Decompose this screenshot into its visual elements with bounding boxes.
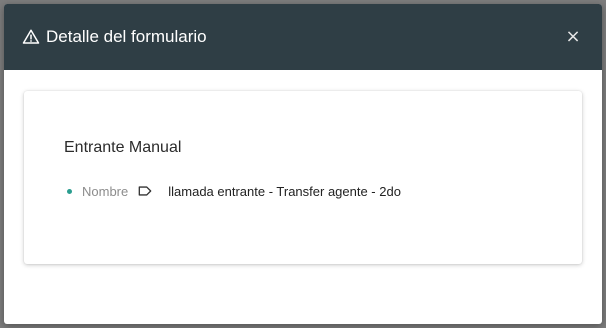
form-name-heading: Entrante Manual	[64, 139, 182, 156]
field-label: Nombre	[82, 183, 129, 199]
dialog-title: Detalle del formulario	[46, 27, 207, 46]
warning-icon	[22, 29, 40, 44]
bullet-dot	[67, 188, 72, 194]
tag-icon	[138, 186, 152, 196]
dialog-header: Detalle del formulario ×	[4, 4, 602, 70]
form-detail-card: Entrante Manual Nombre llamada entrante …	[24, 91, 582, 264]
close-button[interactable]: ×	[562, 26, 584, 48]
field-row-nombre: Nombre llamada entrante - Transfer agent…	[64, 181, 401, 201]
field-value: llamada entrante - Transfer agente - 2do	[168, 183, 401, 199]
form-detail-dialog: Detalle del formulario × Entrante Manual…	[4, 4, 602, 324]
